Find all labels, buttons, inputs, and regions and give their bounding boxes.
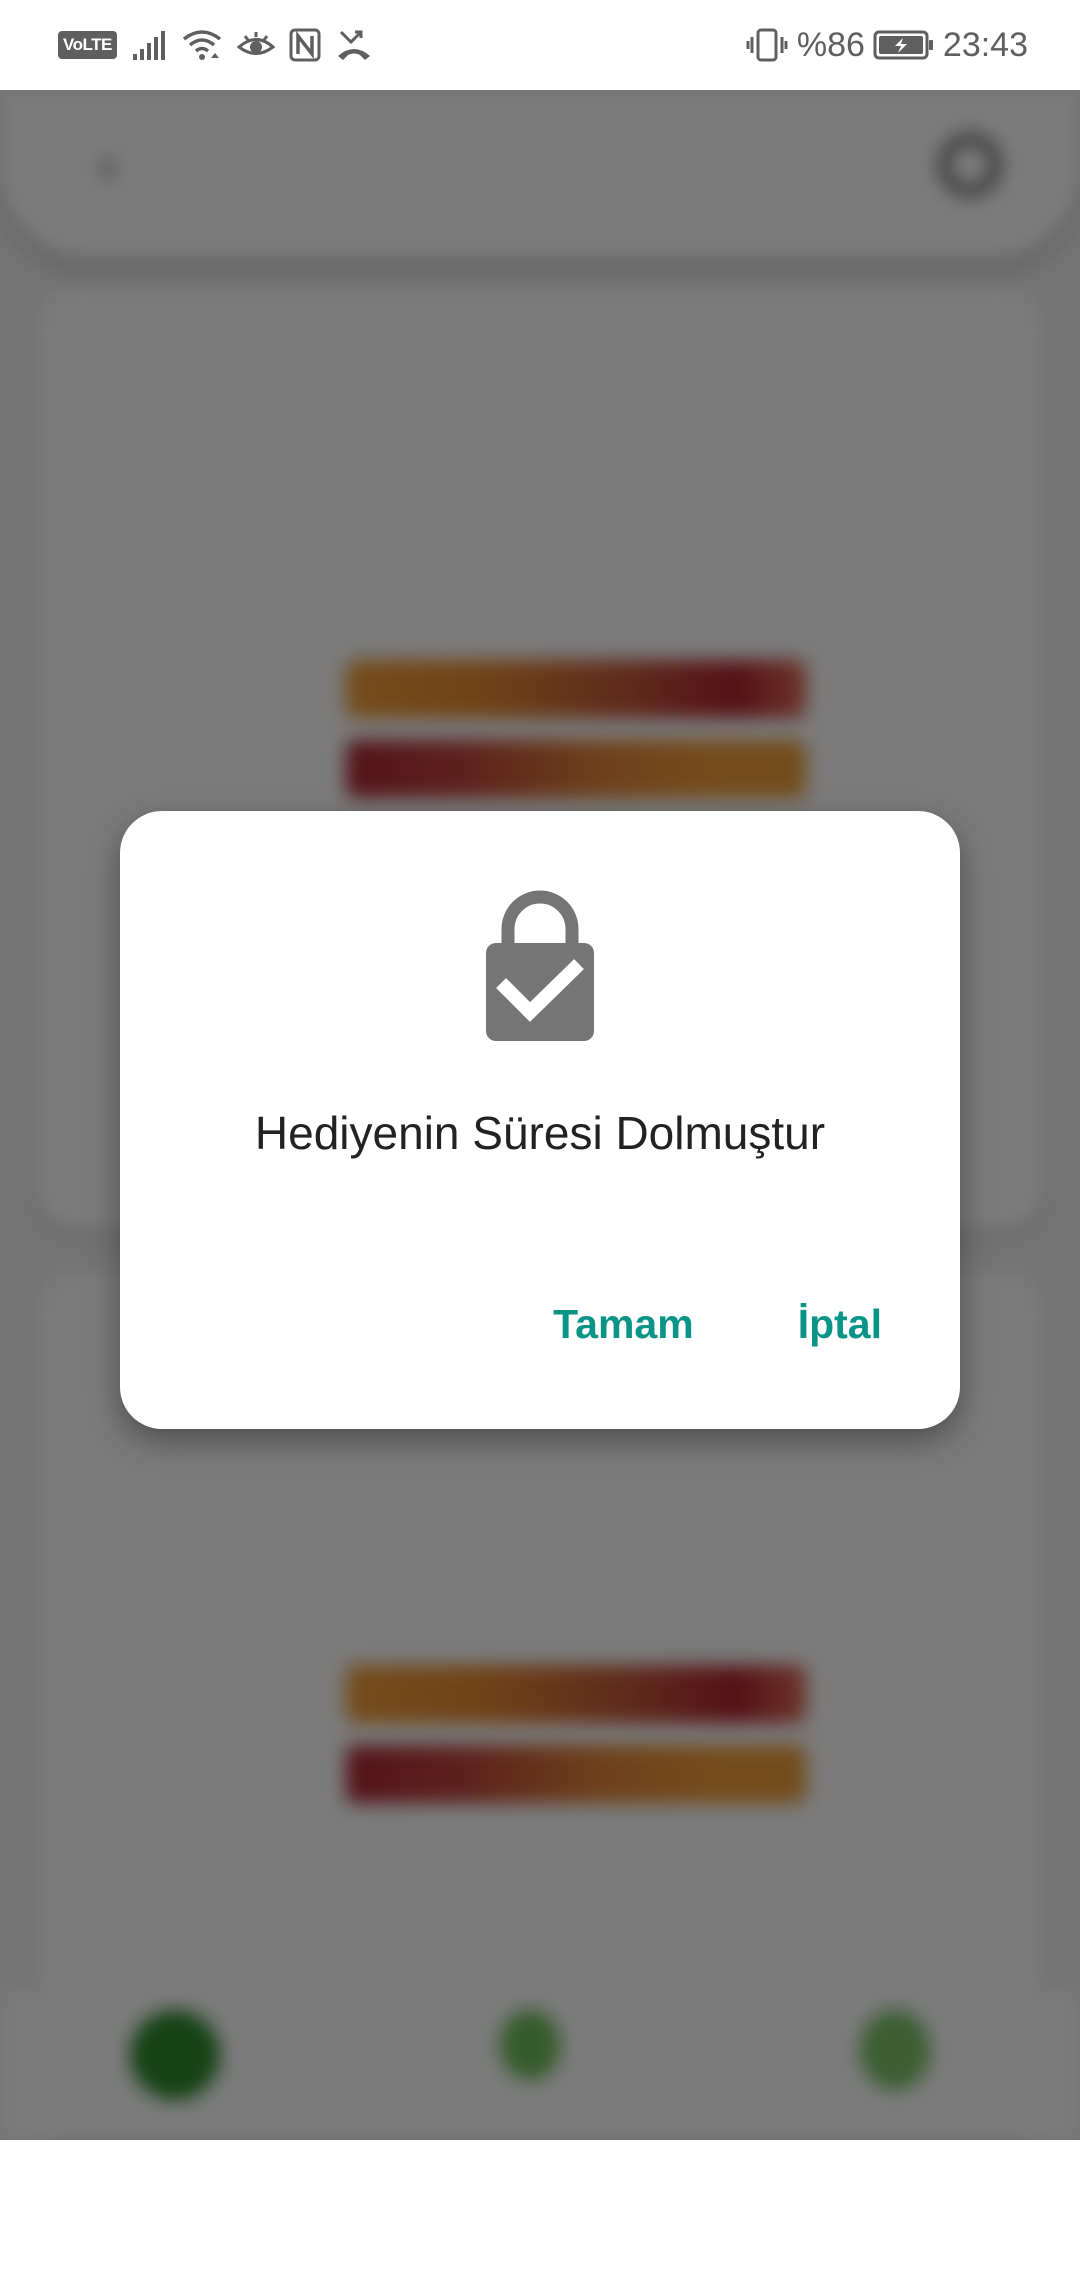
- cancel-button[interactable]: İptal: [798, 1301, 882, 1348]
- missed-call-icon: [335, 28, 373, 62]
- nfc-icon: [289, 28, 321, 62]
- battery-percent: %86: [796, 25, 865, 64]
- status-bar: VoLTE %86 23:43: [0, 0, 1080, 90]
- status-bar-right: %86 23:43: [745, 0, 1028, 90]
- system-nav-area: [0, 2140, 1080, 2280]
- dialog-message: Hediyenin Süresi Dolmuştur: [254, 1107, 826, 1159]
- clock: 23:43: [942, 25, 1028, 64]
- ok-button[interactable]: Tamam: [553, 1301, 694, 1348]
- battery-icon: [873, 29, 935, 61]
- status-bar-left: VoLTE: [58, 0, 373, 90]
- vibrate-icon: [745, 27, 789, 63]
- eye-icon: [236, 30, 275, 60]
- volte-icon: VoLTE: [58, 31, 117, 59]
- lock-check-icon: [480, 887, 600, 1047]
- dialog-actions: Tamam İptal: [553, 1301, 882, 1348]
- signal-icon: [131, 28, 167, 62]
- wifi-icon: [181, 27, 223, 63]
- expired-gift-dialog: Hediyenin Süresi Dolmuştur Tamam İptal: [120, 811, 960, 1429]
